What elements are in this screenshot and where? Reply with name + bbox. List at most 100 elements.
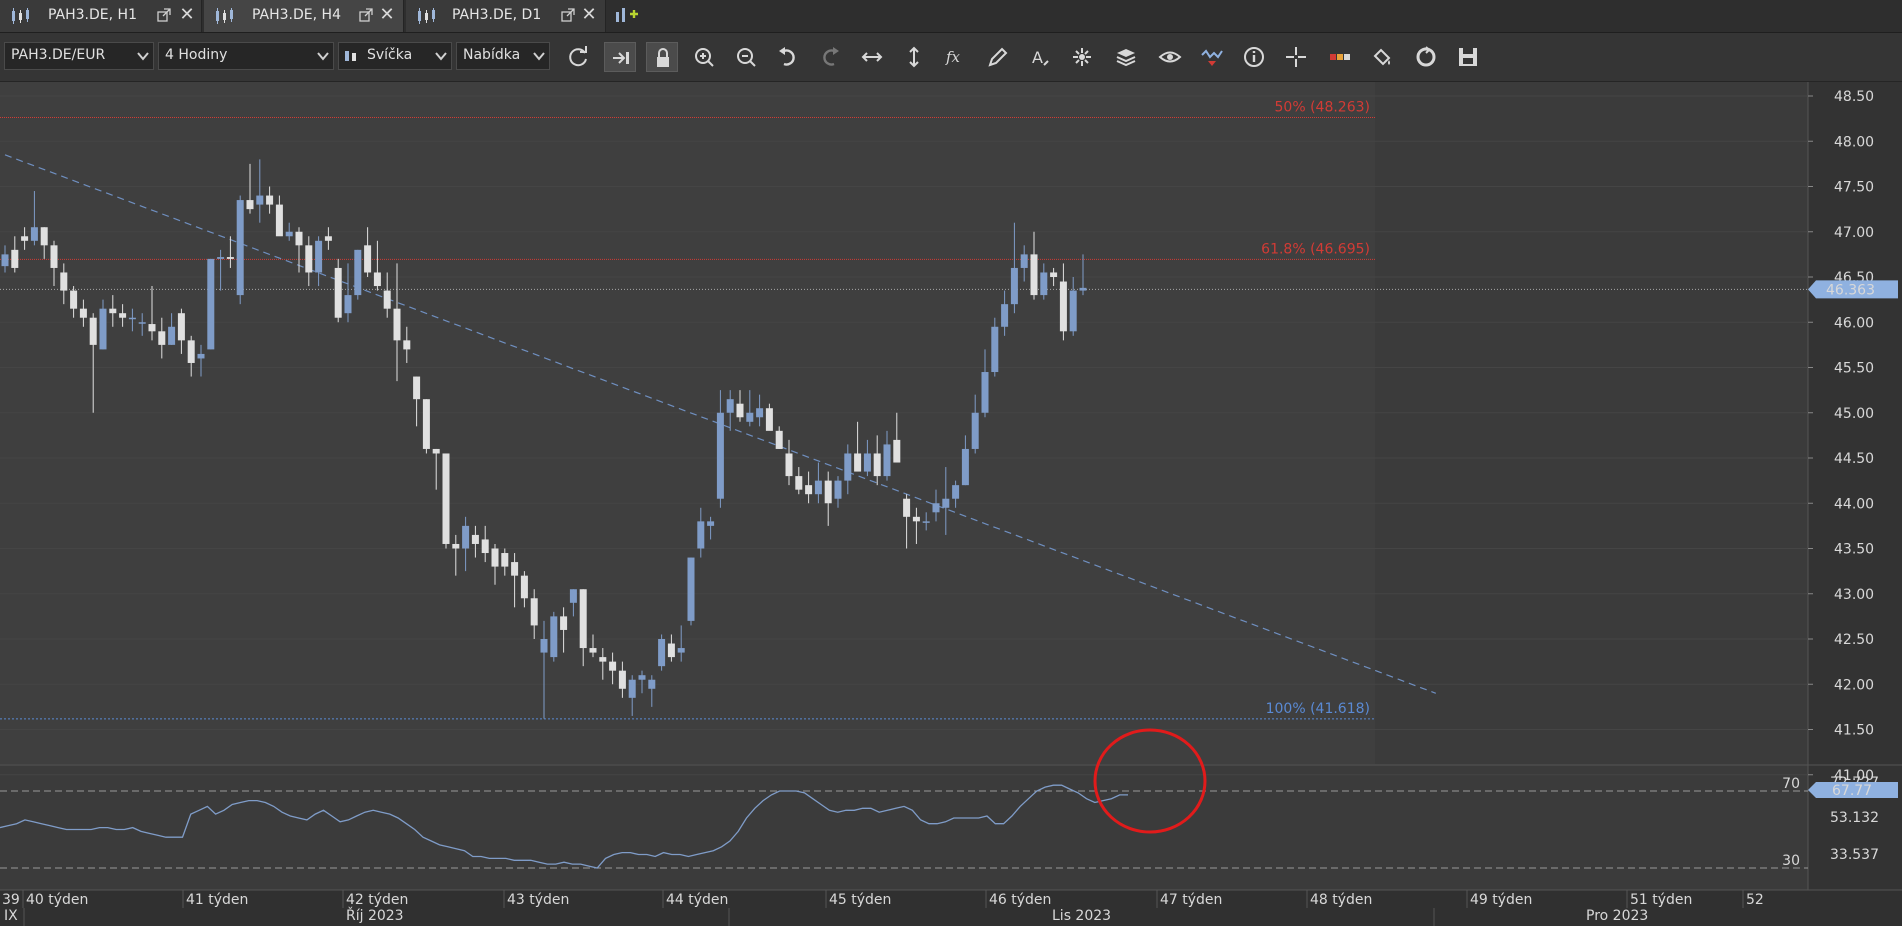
signal-button[interactable] — [1196, 42, 1228, 72]
candle-body — [148, 324, 156, 332]
zoom-out-button[interactable] — [730, 42, 762, 72]
candle[interactable] — [334, 258, 342, 323]
eye-button[interactable] — [1154, 42, 1186, 72]
text-tool-button[interactable]: A — [1024, 42, 1056, 72]
crosshair-button[interactable] — [1280, 42, 1312, 72]
symbol-select[interactable]: PAH3.DE/EUR — [4, 42, 154, 70]
candle-body — [726, 399, 734, 413]
close-icon[interactable]: ✕ — [378, 5, 396, 25]
tab-pah3-d1[interactable]: PAH3.DE, D1 ✕ — [406, 0, 606, 32]
price-tick-label: 41.50 — [1834, 723, 1874, 739]
price-tick-label: 42.50 — [1834, 632, 1874, 648]
candle-body — [442, 453, 450, 544]
week-label: 45 týden — [829, 892, 891, 908]
candle-body — [177, 313, 185, 341]
candle-body — [373, 272, 381, 287]
candle-body — [30, 227, 38, 241]
candle[interactable] — [422, 399, 430, 454]
chart-type-value: Svíčka — [367, 47, 413, 63]
candle-body — [315, 240, 323, 273]
color-bar-button[interactable] — [1324, 42, 1356, 72]
candle[interactable] — [236, 195, 244, 305]
candle-body — [814, 480, 822, 495]
refresh-button[interactable] — [562, 42, 594, 72]
candle-body — [707, 521, 715, 526]
save-icon — [1459, 48, 1477, 66]
redo-icon — [823, 47, 839, 66]
timeframe-select[interactable]: 4 Hodiny — [158, 42, 334, 70]
pencil-draw-button[interactable] — [982, 42, 1014, 72]
lock-button[interactable] — [646, 42, 678, 72]
candle-body — [344, 295, 352, 314]
candle[interactable] — [687, 557, 695, 626]
candle-body — [795, 476, 803, 490]
sync-button[interactable] — [1410, 42, 1442, 72]
candle-body — [981, 372, 989, 413]
detach-icon[interactable] — [156, 7, 172, 23]
price-tick-label: 44.00 — [1834, 496, 1874, 512]
close-icon[interactable]: ✕ — [178, 5, 196, 25]
candle-body — [275, 204, 283, 237]
candle-body — [266, 195, 274, 205]
candle-body — [462, 525, 470, 549]
candle[interactable] — [207, 258, 215, 350]
tab-pah3-h4[interactable]: PAH3.DE, H4 ✕ — [204, 0, 404, 32]
week-label: 41 týden — [186, 892, 248, 908]
objects-button[interactable] — [1066, 42, 1098, 72]
vertical-scale-button[interactable] — [898, 42, 930, 72]
candle-body — [746, 412, 754, 422]
new-chart-icon[interactable] — [612, 4, 642, 28]
candle-body — [736, 403, 744, 418]
candle-body — [579, 589, 587, 649]
pencil-draw-icon — [988, 47, 1008, 67]
candle-body — [256, 195, 264, 205]
candle[interactable] — [658, 634, 666, 671]
tab-label: PAH3.DE, H4 — [252, 7, 341, 23]
undo-button[interactable] — [772, 42, 804, 72]
week-label: 46 týden — [989, 892, 1051, 908]
candle-body — [364, 245, 372, 273]
candle-body — [863, 453, 871, 472]
price-tick-label: 47.50 — [1834, 180, 1874, 196]
info-button[interactable] — [1238, 42, 1270, 72]
tab-pah3-h1[interactable]: PAH3.DE, H1 ✕ — [0, 0, 202, 32]
save-button[interactable] — [1452, 42, 1484, 72]
paint-bucket-button[interactable] — [1366, 42, 1398, 72]
candle-body — [246, 200, 254, 210]
candle[interactable] — [354, 249, 362, 300]
chevron-down-icon — [317, 52, 329, 61]
candle-body — [805, 485, 813, 495]
horizontal-scale-button[interactable] — [856, 42, 888, 72]
undo-icon — [779, 47, 795, 66]
detach-icon[interactable] — [358, 7, 374, 23]
candle[interactable] — [442, 453, 450, 549]
price-side-select[interactable]: Nabídka — [456, 42, 550, 70]
detach-icon[interactable] — [560, 7, 576, 23]
candle-body — [618, 670, 626, 689]
chart-type-select[interactable]: Svíčka — [338, 42, 452, 70]
rsi-line[interactable] — [0, 784, 1128, 869]
zoom-in-button[interactable] — [688, 42, 720, 72]
candle-body — [540, 639, 548, 653]
candle-body — [785, 453, 793, 477]
chart-area[interactable]: 48.50 48.00 47.50 47.00 46.50 46.00 45.50 45.00… — [0, 82, 1902, 926]
candle-body — [491, 548, 499, 567]
redo-button[interactable] — [814, 42, 846, 72]
layers-button[interactable] — [1110, 42, 1142, 72]
candle-body — [903, 498, 911, 517]
autoscroll-button[interactable] — [604, 42, 636, 72]
rsi-tick-label: 53.132 — [1830, 810, 1879, 826]
candle-body — [452, 543, 460, 549]
layers-icon — [1116, 49, 1136, 67]
price-chart[interactable]: 48.5048.0047.5047.0046.5046.0045.5045.00… — [0, 82, 1902, 926]
month-label: Říj 2023 — [346, 907, 404, 924]
candle-body — [511, 562, 519, 576]
indicator-fx-button[interactable]: fx — [940, 42, 972, 72]
month-label: Lis 2023 — [1052, 908, 1111, 924]
chevron-down-icon — [435, 52, 447, 61]
candlestick-icon — [345, 51, 356, 61]
close-icon[interactable]: ✕ — [580, 5, 598, 25]
refresh-icon — [569, 46, 587, 67]
month-label: Pro 2023 — [1586, 908, 1648, 924]
candle[interactable] — [550, 611, 558, 662]
